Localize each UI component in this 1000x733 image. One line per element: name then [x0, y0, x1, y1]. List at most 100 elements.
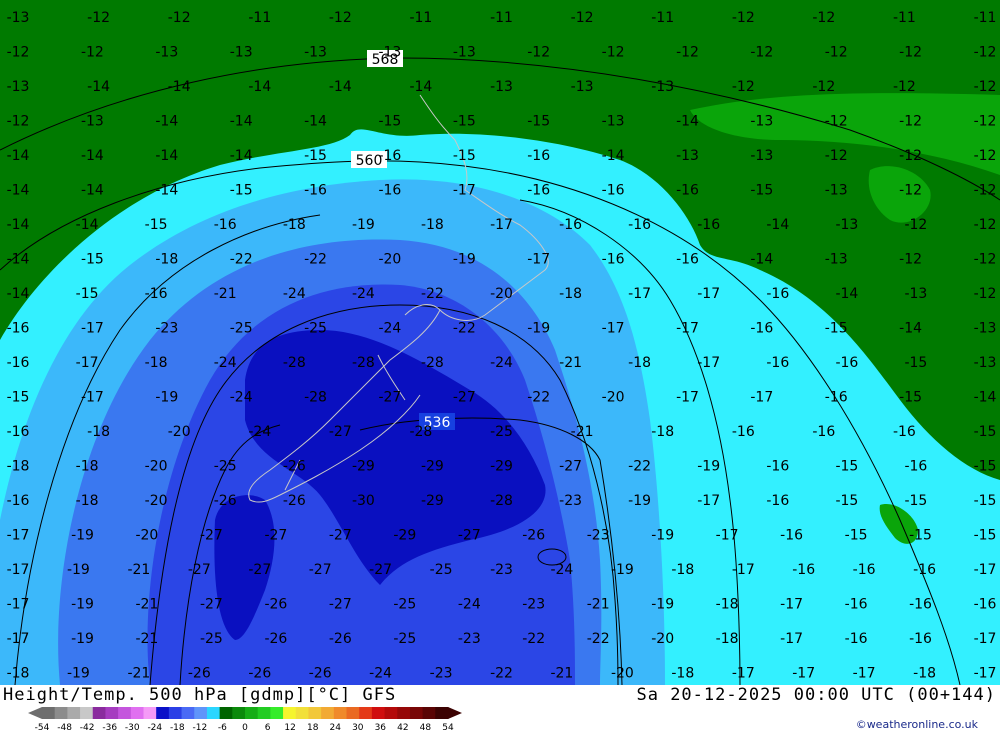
- temp-label: -25: [430, 562, 453, 578]
- temp-label: -14: [7, 217, 30, 233]
- legend-swatch: [232, 707, 246, 719]
- temp-label: -12: [974, 183, 997, 199]
- temp-label: -16: [732, 424, 755, 440]
- temp-label: -16: [812, 424, 835, 440]
- temp-label: -12: [812, 79, 835, 95]
- temp-label: -19: [527, 321, 550, 337]
- temp-label: -16: [145, 286, 168, 302]
- temp-label: -17: [602, 321, 625, 337]
- legend-swatch: [181, 707, 195, 719]
- temp-label: -15: [750, 183, 773, 199]
- temp-label: -22: [453, 321, 476, 337]
- temp-label: -12: [974, 148, 997, 164]
- legend-tick-label: 12: [284, 723, 295, 732]
- temp-label: -18: [283, 217, 306, 233]
- temp-label: -12: [899, 45, 922, 61]
- temp-label: -16: [780, 528, 803, 544]
- temp-label: -14: [329, 79, 352, 95]
- legend-tick-label: -42: [80, 723, 95, 732]
- temp-label: -14: [155, 148, 178, 164]
- temp-label: -17: [7, 597, 30, 613]
- temp-label: -24: [230, 390, 253, 406]
- legend-swatch: [219, 707, 233, 719]
- temp-label: -12: [602, 45, 625, 61]
- temp-label: -12: [825, 45, 848, 61]
- temp-label: -13: [750, 148, 773, 164]
- temp-label: -16: [845, 597, 868, 613]
- temp-label: -13: [7, 79, 30, 95]
- temp-label: -20: [168, 424, 191, 440]
- temp-label: -22: [421, 286, 444, 302]
- temp-label: -21: [127, 562, 150, 578]
- legend-swatch: [42, 707, 56, 719]
- temp-label: -18: [559, 286, 582, 302]
- temp-label: -13: [602, 114, 625, 130]
- legend-tick-label: 42: [397, 723, 408, 732]
- temp-label: -16: [602, 183, 625, 199]
- temp-label: -18: [651, 424, 674, 440]
- temp-label: -14: [7, 183, 30, 199]
- temp-label: -18: [913, 666, 936, 682]
- temp-label: -12: [7, 45, 30, 61]
- legend-swatch: [245, 707, 259, 719]
- temp-label: -15: [974, 493, 997, 509]
- temp-label: -18: [671, 666, 694, 682]
- temp-label: -12: [676, 45, 699, 61]
- temp-label: -27: [559, 459, 582, 475]
- temp-label: -28: [490, 493, 513, 509]
- temp-label: -27: [264, 528, 287, 544]
- temp-label: -17: [76, 355, 99, 371]
- legend-tick-label: 18: [307, 723, 319, 732]
- temp-label: -18: [7, 666, 30, 682]
- temp-label: -16: [825, 390, 848, 406]
- temp-label: -19: [71, 528, 94, 544]
- temp-label: -13: [571, 79, 594, 95]
- temp-label: -17: [974, 666, 997, 682]
- temp-label: -17: [974, 631, 997, 647]
- credit-link[interactable]: ©weatheronline.co.uk: [856, 718, 978, 731]
- legend-tick-label: -48: [57, 723, 72, 732]
- temp-label: -17: [716, 528, 739, 544]
- legend-swatch: [321, 707, 335, 719]
- legend-tick-label: 0: [242, 723, 248, 732]
- temp-label: -27: [188, 562, 211, 578]
- temp-label: -25: [490, 424, 513, 440]
- temp-label: -20: [490, 286, 513, 302]
- temp-label: -13: [974, 355, 997, 371]
- temp-label: -14: [248, 79, 271, 95]
- temp-label: -26: [283, 459, 306, 475]
- temp-label: -16: [893, 424, 916, 440]
- temp-label: -21: [127, 666, 150, 682]
- legend-swatch: [397, 707, 411, 719]
- temp-label: -22: [587, 631, 610, 647]
- temp-label: -16: [602, 252, 625, 268]
- temp-label: -16: [904, 459, 927, 475]
- temp-label: -15: [81, 252, 104, 268]
- temp-label: -11: [490, 10, 513, 26]
- legend-swatch: [409, 707, 424, 719]
- temp-label: -16: [835, 355, 858, 371]
- temp-label: -18: [716, 597, 739, 613]
- temp-label: -27: [378, 390, 401, 406]
- legend-swatch: [206, 707, 221, 719]
- temp-label: -15: [974, 528, 997, 544]
- temp-label: -21: [587, 597, 610, 613]
- temp-label: -12: [81, 45, 104, 61]
- temp-label: -27: [248, 562, 271, 578]
- temp-label: -13: [825, 252, 848, 268]
- temp-label: -19: [697, 459, 720, 475]
- temp-label: -12: [974, 252, 997, 268]
- temp-label: -16: [853, 562, 876, 578]
- temp-label: -15: [304, 148, 327, 164]
- temp-label: -19: [352, 217, 375, 233]
- legend-swatch: [118, 707, 132, 719]
- temp-label: -29: [352, 459, 375, 475]
- temp-label: -16: [7, 321, 30, 337]
- temp-label: -16: [7, 355, 30, 371]
- temp-label: -20: [145, 459, 168, 475]
- legend-tick-label: -18: [170, 723, 185, 732]
- temp-label: -13: [81, 114, 104, 130]
- temp-label: -18: [76, 493, 99, 509]
- temp-label: -19: [67, 666, 90, 682]
- temp-label: -13: [7, 10, 30, 26]
